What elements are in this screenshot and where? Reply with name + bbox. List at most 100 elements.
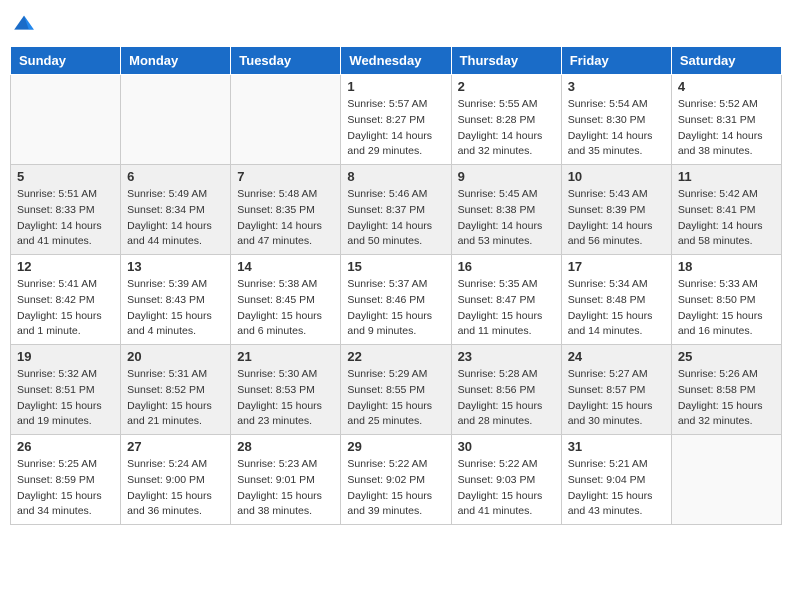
day-info: Sunrise: 5:23 AM Sunset: 9:01 PM Dayligh… bbox=[237, 457, 334, 520]
calendar-week-row: 26Sunrise: 5:25 AM Sunset: 8:59 PM Dayli… bbox=[11, 435, 782, 525]
calendar-day-cell: 23 Sunrise: 5:28 AM Sunset: 8:56 PM Dayli… bbox=[451, 345, 561, 435]
calendar-table: SundayMondayTuesdayWednesdayThursdayFrid… bbox=[10, 46, 782, 525]
calendar-day-cell: 2 Sunrise: 5:55 AM Sunset: 8:28 PM Daylig… bbox=[451, 75, 561, 165]
calendar-day-cell: 4 Sunrise: 5:52 AM Sunset: 8:31 PM Daylig… bbox=[671, 75, 781, 165]
day-info: Sunrise: 5:28 AM Sunset: 8:56 PM Dayligh… bbox=[458, 367, 555, 430]
calendar-day-cell: 5Sunrise: 5:51 AM Sunset: 8:33 PM Daylig… bbox=[11, 165, 121, 255]
day-info: Sunrise: 5:21 AM Sunset: 9:04 PM Dayligh… bbox=[568, 457, 665, 520]
calendar-day-cell bbox=[11, 75, 121, 165]
day-info: Sunrise: 5:29 AM Sunset: 8:55 PM Dayligh… bbox=[347, 367, 444, 430]
logo-icon bbox=[10, 10, 38, 38]
day-info: Sunrise: 5:48 AM Sunset: 8:35 PM Dayligh… bbox=[237, 187, 334, 250]
day-number: 17 bbox=[568, 259, 665, 274]
day-info: Sunrise: 5:37 AM Sunset: 8:46 PM Dayligh… bbox=[347, 277, 444, 340]
day-info: Sunrise: 5:38 AM Sunset: 8:45 PM Dayligh… bbox=[237, 277, 334, 340]
day-number: 1 bbox=[347, 79, 444, 94]
header-day-sunday: Sunday bbox=[11, 47, 121, 75]
day-info: Sunrise: 5:55 AM Sunset: 8:28 PM Dayligh… bbox=[458, 97, 555, 160]
day-number: 14 bbox=[237, 259, 334, 274]
calendar-day-cell: 26Sunrise: 5:25 AM Sunset: 8:59 PM Dayli… bbox=[11, 435, 121, 525]
calendar-day-cell: 30 Sunrise: 5:22 AM Sunset: 9:03 PM Dayli… bbox=[451, 435, 561, 525]
day-info: Sunrise: 5:57 AM Sunset: 8:27 PM Dayligh… bbox=[347, 97, 444, 160]
day-number: 24 bbox=[568, 349, 665, 364]
day-number: 18 bbox=[678, 259, 775, 274]
calendar-day-cell: 13 Sunrise: 5:39 AM Sunset: 8:43 PM Dayli… bbox=[121, 255, 231, 345]
day-number: 13 bbox=[127, 259, 224, 274]
day-info: Sunrise: 5:52 AM Sunset: 8:31 PM Dayligh… bbox=[678, 97, 775, 160]
calendar-week-row: 1 Sunrise: 5:57 AM Sunset: 8:27 PM Daylig… bbox=[11, 75, 782, 165]
day-number: 8 bbox=[347, 169, 444, 184]
day-info: Sunrise: 5:45 AM Sunset: 8:38 PM Dayligh… bbox=[458, 187, 555, 250]
calendar-header-row: SundayMondayTuesdayWednesdayThursdayFrid… bbox=[11, 47, 782, 75]
day-info: Sunrise: 5:41 AM Sunset: 8:42 PM Dayligh… bbox=[17, 277, 114, 340]
calendar-day-cell: 11Sunrise: 5:42 AM Sunset: 8:41 PM Dayli… bbox=[671, 165, 781, 255]
day-number: 3 bbox=[568, 79, 665, 94]
calendar-day-cell: 3 Sunrise: 5:54 AM Sunset: 8:30 PM Daylig… bbox=[561, 75, 671, 165]
day-info: Sunrise: 5:33 AM Sunset: 8:50 PM Dayligh… bbox=[678, 277, 775, 340]
calendar-day-cell: 28Sunrise: 5:23 AM Sunset: 9:01 PM Dayli… bbox=[231, 435, 341, 525]
calendar-day-cell: 18 Sunrise: 5:33 AM Sunset: 8:50 PM Dayli… bbox=[671, 255, 781, 345]
day-number: 4 bbox=[678, 79, 775, 94]
calendar-day-cell: 20 Sunrise: 5:31 AM Sunset: 8:52 PM Dayli… bbox=[121, 345, 231, 435]
day-info: Sunrise: 5:22 AM Sunset: 9:03 PM Dayligh… bbox=[458, 457, 555, 520]
calendar-week-row: 12 Sunrise: 5:41 AM Sunset: 8:42 PM Dayli… bbox=[11, 255, 782, 345]
day-info: Sunrise: 5:46 AM Sunset: 8:37 PM Dayligh… bbox=[347, 187, 444, 250]
day-number: 22 bbox=[347, 349, 444, 364]
header-day-thursday: Thursday bbox=[451, 47, 561, 75]
day-number: 12 bbox=[17, 259, 114, 274]
header-day-monday: Monday bbox=[121, 47, 231, 75]
day-info: Sunrise: 5:30 AM Sunset: 8:53 PM Dayligh… bbox=[237, 367, 334, 430]
calendar-day-cell: 22 Sunrise: 5:29 AM Sunset: 8:55 PM Dayli… bbox=[341, 345, 451, 435]
day-number: 20 bbox=[127, 349, 224, 364]
calendar-day-cell: 15 Sunrise: 5:37 AM Sunset: 8:46 PM Dayli… bbox=[341, 255, 451, 345]
day-info: Sunrise: 5:35 AM Sunset: 8:47 PM Dayligh… bbox=[458, 277, 555, 340]
calendar-day-cell: 16 Sunrise: 5:35 AM Sunset: 8:47 PM Dayli… bbox=[451, 255, 561, 345]
day-info: Sunrise: 5:31 AM Sunset: 8:52 PM Dayligh… bbox=[127, 367, 224, 430]
day-info: Sunrise: 5:32 AM Sunset: 8:51 PM Dayligh… bbox=[17, 367, 114, 430]
day-number: 30 bbox=[458, 439, 555, 454]
day-info: Sunrise: 5:34 AM Sunset: 8:48 PM Dayligh… bbox=[568, 277, 665, 340]
day-number: 6 bbox=[127, 169, 224, 184]
day-number: 29 bbox=[347, 439, 444, 454]
calendar-week-row: 19 Sunrise: 5:32 AM Sunset: 8:51 PM Dayli… bbox=[11, 345, 782, 435]
calendar-day-cell: 24 Sunrise: 5:27 AM Sunset: 8:57 PM Dayli… bbox=[561, 345, 671, 435]
calendar-day-cell: 12 Sunrise: 5:41 AM Sunset: 8:42 PM Dayli… bbox=[11, 255, 121, 345]
logo bbox=[10, 10, 42, 38]
header-day-friday: Friday bbox=[561, 47, 671, 75]
day-number: 23 bbox=[458, 349, 555, 364]
day-number: 27 bbox=[127, 439, 224, 454]
day-number: 19 bbox=[17, 349, 114, 364]
day-info: Sunrise: 5:24 AM Sunset: 9:00 PM Dayligh… bbox=[127, 457, 224, 520]
calendar-day-cell: 19 Sunrise: 5:32 AM Sunset: 8:51 PM Dayli… bbox=[11, 345, 121, 435]
day-info: Sunrise: 5:51 AM Sunset: 8:33 PM Dayligh… bbox=[17, 187, 114, 250]
day-number: 7 bbox=[237, 169, 334, 184]
calendar-day-cell: 21 Sunrise: 5:30 AM Sunset: 8:53 PM Dayli… bbox=[231, 345, 341, 435]
calendar-day-cell: 9 Sunrise: 5:45 AM Sunset: 8:38 PM Daylig… bbox=[451, 165, 561, 255]
calendar-day-cell: 7 Sunrise: 5:48 AM Sunset: 8:35 PM Daylig… bbox=[231, 165, 341, 255]
day-number: 2 bbox=[458, 79, 555, 94]
calendar-week-row: 5Sunrise: 5:51 AM Sunset: 8:33 PM Daylig… bbox=[11, 165, 782, 255]
header-day-wednesday: Wednesday bbox=[341, 47, 451, 75]
day-number: 31 bbox=[568, 439, 665, 454]
day-info: Sunrise: 5:39 AM Sunset: 8:43 PM Dayligh… bbox=[127, 277, 224, 340]
calendar-day-cell: 6 Sunrise: 5:49 AM Sunset: 8:34 PM Daylig… bbox=[121, 165, 231, 255]
day-number: 9 bbox=[458, 169, 555, 184]
day-number: 25 bbox=[678, 349, 775, 364]
calendar-day-cell bbox=[121, 75, 231, 165]
day-info: Sunrise: 5:42 AM Sunset: 8:41 PM Dayligh… bbox=[678, 187, 775, 250]
calendar-day-cell: 29 Sunrise: 5:22 AM Sunset: 9:02 PM Dayli… bbox=[341, 435, 451, 525]
calendar-day-cell: 25Sunrise: 5:26 AM Sunset: 8:58 PM Dayli… bbox=[671, 345, 781, 435]
day-info: Sunrise: 5:27 AM Sunset: 8:57 PM Dayligh… bbox=[568, 367, 665, 430]
calendar-day-cell: 1 Sunrise: 5:57 AM Sunset: 8:27 PM Daylig… bbox=[341, 75, 451, 165]
day-info: Sunrise: 5:22 AM Sunset: 9:02 PM Dayligh… bbox=[347, 457, 444, 520]
day-info: Sunrise: 5:54 AM Sunset: 8:30 PM Dayligh… bbox=[568, 97, 665, 160]
day-number: 21 bbox=[237, 349, 334, 364]
calendar-day-cell: 10Sunrise: 5:43 AM Sunset: 8:39 PM Dayli… bbox=[561, 165, 671, 255]
day-number: 16 bbox=[458, 259, 555, 274]
day-info: Sunrise: 5:49 AM Sunset: 8:34 PM Dayligh… bbox=[127, 187, 224, 250]
day-number: 15 bbox=[347, 259, 444, 274]
day-number: 26 bbox=[17, 439, 114, 454]
day-number: 10 bbox=[568, 169, 665, 184]
header-day-tuesday: Tuesday bbox=[231, 47, 341, 75]
calendar-day-cell bbox=[231, 75, 341, 165]
